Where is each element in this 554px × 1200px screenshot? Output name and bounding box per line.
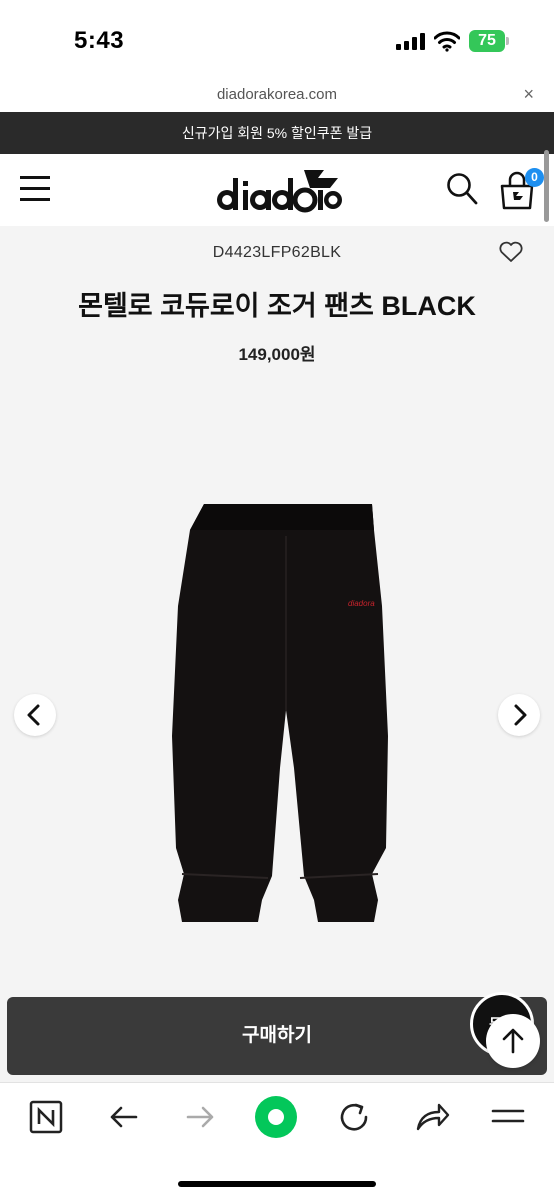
product-detail: D4423LFP62BLK 몬텔로 코듀로이 조거 팬츠 BLACK 149,0… [0,226,554,1082]
product-price: 149,000원 [238,345,316,364]
home-indicator [178,1181,376,1187]
battery-level: 75 [469,30,505,52]
naver-n-icon[interactable] [26,1097,66,1137]
arrow-right-icon[interactable] [180,1097,220,1137]
browser-toolbar [0,1082,554,1200]
share-icon[interactable] [412,1097,452,1137]
cart-count-badge: 0 [525,168,544,187]
scroll-top-button[interactable] [486,1014,540,1068]
diadora-logo[interactable] [212,166,342,214]
promo-banner[interactable]: 신규가입 회원 5% 할인쿠폰 발급 [0,112,554,154]
green-circle-icon[interactable] [254,1095,298,1139]
search-icon[interactable] [446,172,478,206]
status-time: 5:43 [74,27,125,54]
signal-icon [396,33,426,50]
battery-icon: 75 [469,30,509,52]
arrow-up-icon [502,1028,524,1054]
menu-lines-icon[interactable] [488,1097,528,1137]
cart-button[interactable]: 0 [499,168,545,210]
site-header: 0 [0,154,554,226]
arrow-left-icon[interactable] [104,1097,144,1137]
brand-mark-on-pants: diadora [348,599,375,608]
chevron-right-icon [514,704,527,726]
url-text[interactable]: diadorakorea.com [0,86,554,103]
heart-icon[interactable] [498,240,524,264]
product-title: 몬텔로 코듀로이 조거 팬츠 BLACK [78,291,476,321]
product-image[interactable]: diadora [168,496,398,926]
product-sku: D4423LFP62BLK [212,244,342,261]
chevron-left-icon [27,704,40,726]
carousel-prev-button[interactable] [14,694,56,736]
status-bar: 5:43 75 [0,0,554,80]
browser-url-bar[interactable]: diadorakorea.com × [0,80,554,112]
close-icon[interactable]: × [523,84,534,105]
buy-button[interactable]: 구매하기 [7,997,547,1075]
wifi-icon [434,31,460,52]
reload-icon[interactable] [334,1097,374,1137]
page-scrollbar[interactable] [544,150,549,222]
promo-text: 신규가입 회원 5% 할인쿠폰 발급 [181,125,373,141]
carousel-next-button[interactable] [498,694,540,736]
hamburger-icon[interactable] [20,176,50,202]
